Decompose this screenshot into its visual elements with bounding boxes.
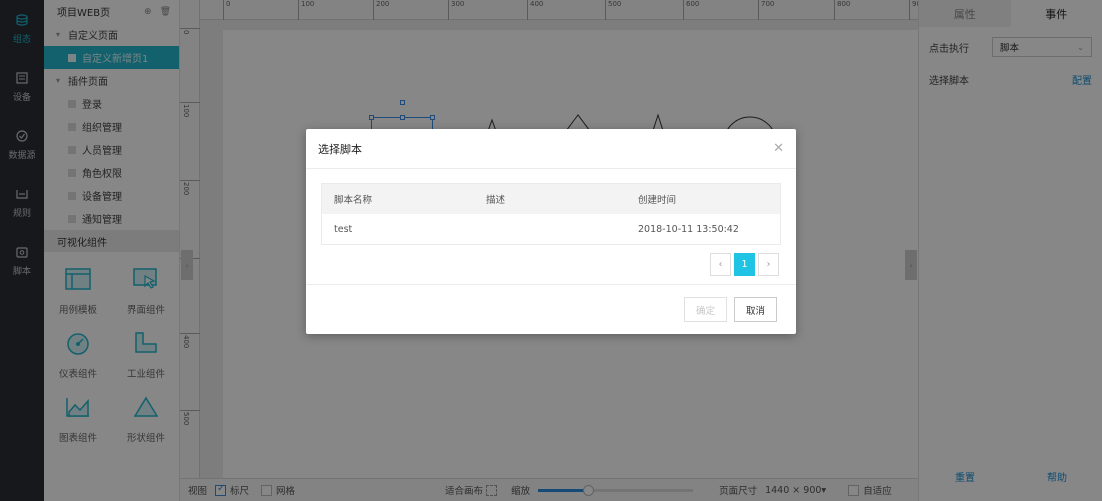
table-row[interactable]: test 2018-10-11 13:50:42 — [322, 214, 780, 244]
script-name-cell: test — [334, 223, 353, 235]
script-table: 脚本名称 描述 创建时间 test 2018-10-11 13:50:42 — [321, 183, 781, 245]
close-icon[interactable]: ✕ — [773, 141, 784, 156]
column-header: 创建时间 — [638, 195, 677, 206]
select-script-dialog: 选择脚本 ✕ 脚本名称 描述 创建时间 test 2018-10-11 13:5… — [306, 129, 796, 334]
pagination: ‹ 1 › — [710, 253, 779, 276]
script-created-cell: 2018-10-11 13:50:42 — [638, 223, 739, 235]
prev-page-button[interactable]: ‹ — [710, 253, 731, 276]
chevron-right-icon: › — [766, 259, 771, 270]
table-header: 脚本名称 描述 创建时间 — [322, 184, 780, 214]
dialog-header: 选择脚本 ✕ — [306, 129, 796, 169]
dialog-divider — [306, 284, 796, 285]
chevron-left-icon: ‹ — [718, 259, 723, 270]
confirm-button[interactable]: 确定 — [684, 297, 727, 322]
cancel-button[interactable]: 取消 — [734, 297, 777, 322]
next-page-button[interactable]: › — [758, 253, 779, 276]
dialog-title: 选择脚本 — [318, 142, 362, 156]
column-header: 脚本名称 — [334, 195, 373, 206]
column-header: 描述 — [486, 195, 506, 206]
page-number-button[interactable]: 1 — [734, 253, 755, 276]
